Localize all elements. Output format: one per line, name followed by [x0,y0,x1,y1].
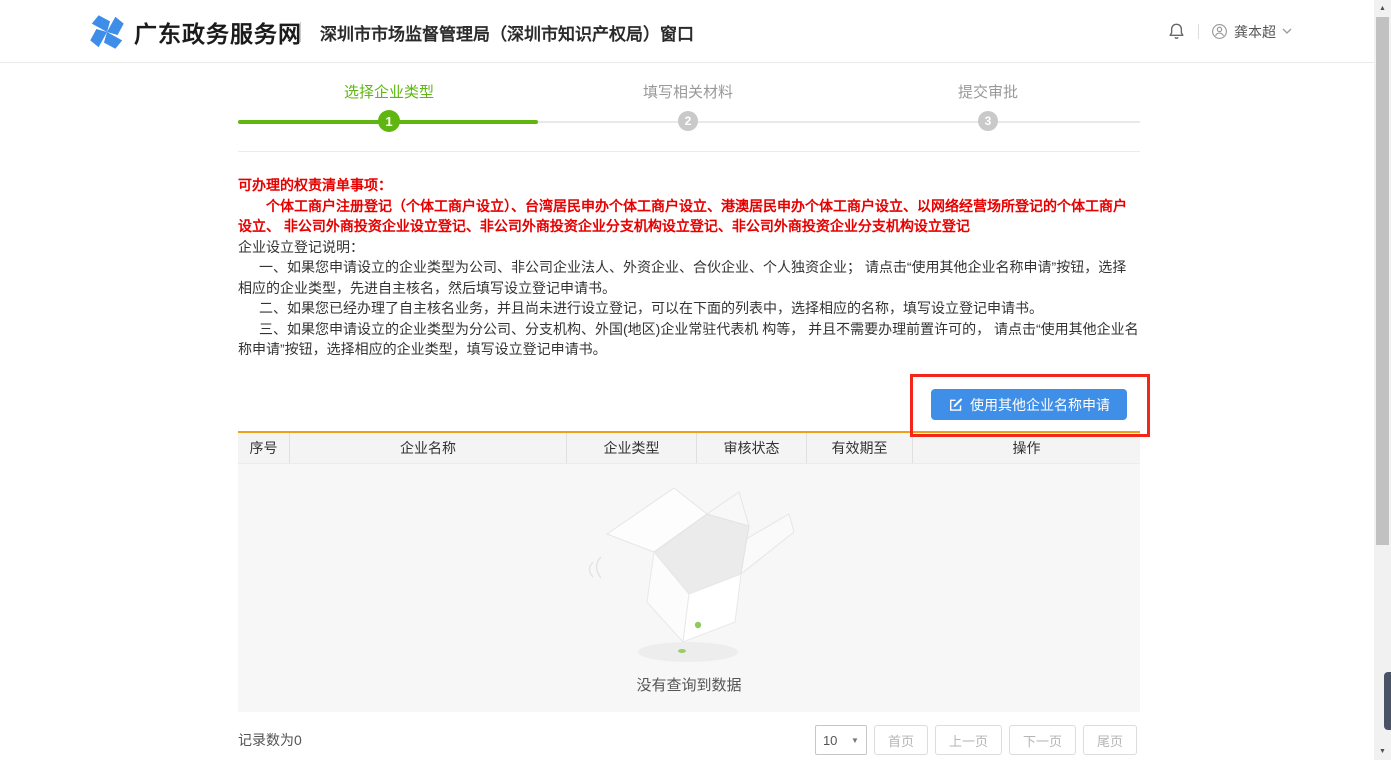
use-other-name-button[interactable]: 使用其他企业名称申请 [931,389,1127,420]
step-dot-3: 3 [978,111,998,131]
step-dot-1: 1 [378,110,400,132]
collapsed-side-widget[interactable] [1384,672,1391,730]
chevron-down-icon [1282,28,1292,35]
next-page-button[interactable]: 下一页 [1009,725,1076,755]
select-caret-icon: ▼ [851,736,859,745]
header-divider [300,22,301,42]
notice-desc-title: 企业设立登记说明： [238,237,1140,258]
name-list-table: 序号 企业名称 企业类型 审核状态 有效期至 操作 没有查询到数据 [238,431,1140,712]
page-size-value: 10 [823,733,837,748]
col-header-seq: 序号 [238,433,290,463]
site-name: 广东政务服务网 [134,15,302,49]
notice-red-title: 可办理的权责清单事项： [238,175,1140,196]
main-content: 选择企业类型 填写相关材料 提交审批 1 2 3 可办理的权责清单事项： 个体工… [238,63,1140,760]
scrollbar-down-arrow[interactable]: ▼ [1374,743,1391,760]
govt-logo-icon [88,13,126,51]
user-menu[interactable]: 龚本超 [1211,22,1292,42]
section-divider [238,151,1140,152]
user-avatar-icon [1211,23,1228,40]
step-label-2: 填写相关材料 [643,81,733,102]
scrollbar-thumb[interactable] [1376,17,1389,545]
notification-bell-icon[interactable] [1167,22,1186,41]
table-empty-body: 没有查询到数据 [238,464,1140,712]
notice-block: 可办理的权责清单事项： 个体工商户注册登记（个体工商户设立）、台湾居民申办个体工… [238,175,1140,360]
step-dot-2: 2 [678,111,698,131]
step-label-3: 提交审批 [958,81,1018,102]
vertical-scrollbar[interactable]: ▲ ▼ [1374,0,1391,760]
col-header-actions: 操作 [913,433,1140,463]
empty-box-illustration [579,474,799,670]
col-header-company-type: 企业类型 [567,433,697,463]
header-right-divider [1198,24,1199,39]
last-page-button[interactable]: 尾页 [1083,725,1137,755]
empty-state-text: 没有查询到数据 [636,674,741,695]
first-page-button[interactable]: 首页 [874,725,928,755]
col-header-review-status: 审核状态 [697,433,807,463]
user-name: 龚本超 [1234,22,1276,42]
table-header-row: 序号 企业名称 企业类型 审核状态 有效期至 操作 [238,433,1140,464]
col-header-company-name: 企业名称 [290,433,567,463]
scrollbar-up-arrow[interactable]: ▲ [1374,0,1391,17]
notice-item-1: 一、如果您申请设立的企业类型为公司、非公司企业法人、外资企业、合伙企业、个人独资… [238,257,1140,298]
page-size-select[interactable]: 10 ▼ [815,725,867,755]
notice-red-body: 个体工商户注册登记（个体工商户设立）、台湾居民申办个体工商户设立、港澳居民申办个… [238,196,1140,237]
pagination: 10 ▼ 首页 上一页 下一页 尾页 [815,725,1137,755]
use-other-name-button-label: 使用其他企业名称申请 [970,395,1110,415]
notice-item-3: 三、如果您申请设立的企业类型为分公司、分支机构、外国(地区)企业常驻代表机 构等… [238,319,1140,360]
edit-icon [948,397,963,412]
step-label-1: 选择企业类型 [344,81,434,102]
col-header-valid-until: 有效期至 [807,433,913,463]
window-title: 深圳市市场监督管理局（深圳市知识产权局）窗口 [320,20,694,45]
app-header: 广东政务服务网 深圳市市场监督管理局（深圳市知识产权局）窗口 龚本超 [0,0,1391,63]
prev-page-button[interactable]: 上一页 [935,725,1002,755]
site-logo[interactable]: 广东政务服务网 [88,13,302,51]
record-count: 记录数为0 [238,730,302,750]
notice-item-2: 二、如果您已经办理了自主核名业务，并且尚未进行设立登记，可以在下面的列表中，选择… [238,298,1140,319]
